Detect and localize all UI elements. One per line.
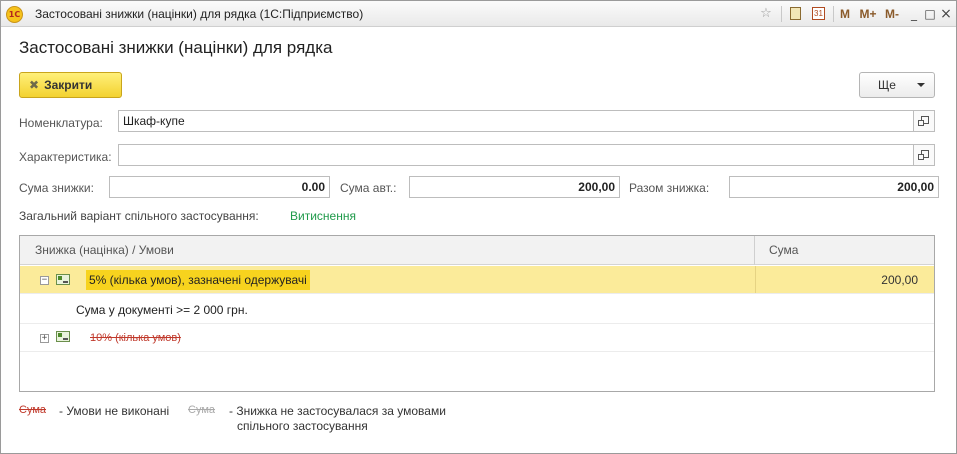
- chevron-down-icon: [917, 83, 925, 87]
- close-window-button[interactable]: ×: [938, 4, 954, 24]
- nomenclature-label: Номенклатура:: [19, 116, 103, 130]
- toolbar-separator: [781, 6, 782, 22]
- maximize-button[interactable]: □: [922, 4, 938, 24]
- nomenclature-field[interactable]: Шкаф-купе: [118, 110, 914, 132]
- row-discount-name: 5% (кілька умов), зазначені одержувачі: [86, 270, 310, 290]
- joint-variant-value: Витиснення: [290, 209, 356, 223]
- more-button[interactable]: Ще: [859, 72, 935, 98]
- close-button[interactable]: ✖ Закрити: [19, 72, 122, 98]
- auto-sum-label: Сума авт.:: [340, 181, 397, 195]
- app-logo-icon: 1С: [6, 6, 23, 23]
- row-condition-text: Сума у документі >= 2 000 грн.: [76, 303, 248, 317]
- more-button-label: Ще: [878, 78, 896, 92]
- toolbar-separator: [833, 6, 834, 22]
- characteristic-open-button[interactable]: [913, 144, 935, 166]
- favorite-star-icon[interactable]: ☆: [757, 4, 775, 24]
- expand-toggle-icon[interactable]: +: [40, 334, 49, 343]
- discount-icon: [56, 274, 70, 285]
- title-bar: 1С Застосовані знижки (націнки) для рядк…: [1, 1, 956, 27]
- close-button-label: Закрити: [44, 78, 93, 92]
- calendar-icon[interactable]: 31: [809, 4, 829, 24]
- page-title: Застосовані знижки (націнки) для рядка: [19, 38, 333, 57]
- legend-gray-text-line2: спільного застосування: [237, 419, 368, 433]
- table-row[interactable]: − 5% (кілька умов), зазначені одержувачі…: [20, 266, 934, 294]
- discount-sum-field[interactable]: 0.00: [109, 176, 330, 198]
- legend-gray-text-line1: - Знижка не застосувалася за умовами: [229, 404, 446, 418]
- total-discount-field: 200,00: [729, 176, 939, 198]
- calendar-day: 31: [812, 7, 825, 20]
- table-header: Знижка (націнка) / Умови Сума: [20, 236, 934, 265]
- joint-variant-label: Загальний варіант спільного застосування…: [19, 209, 259, 223]
- window-title: Застосовані знижки (націнки) для рядка (…: [35, 7, 364, 21]
- minimize-button[interactable]: _: [906, 4, 922, 24]
- memory-plus-button[interactable]: M+: [857, 4, 879, 24]
- calculator-icon[interactable]: [787, 4, 805, 24]
- characteristic-field[interactable]: [118, 144, 914, 166]
- row-sum: [755, 324, 934, 351]
- legend-red-sample: Сума: [19, 404, 47, 416]
- characteristic-label: Характеристика:: [19, 150, 112, 164]
- memory-m-button[interactable]: M: [837, 4, 853, 24]
- collapse-toggle-icon[interactable]: −: [40, 276, 49, 285]
- column-header-discount[interactable]: Знижка (націнка) / Умови: [35, 236, 174, 265]
- row-sum: 200,00: [755, 266, 934, 293]
- dialog-window: 1С Застосовані знижки (націнки) для рядк…: [0, 0, 957, 454]
- table-row[interactable]: Сума у документі >= 2 000 грн.: [20, 294, 934, 324]
- table-row[interactable]: + 10% (кілька умов): [20, 324, 934, 352]
- close-icon: ✖: [29, 78, 40, 92]
- discounts-table[interactable]: Знижка (націнка) / Умови Сума − 5% (кіль…: [19, 235, 935, 392]
- legend-gray-sample: Сума: [188, 404, 216, 416]
- total-discount-label: Разом знижка:: [629, 181, 710, 195]
- legend-red-text: - Умови не виконані: [59, 404, 170, 418]
- memory-minus-button[interactable]: M-: [881, 4, 903, 24]
- nomenclature-open-button[interactable]: [913, 110, 935, 132]
- auto-sum-field: 200,00: [409, 176, 620, 198]
- row-discount-name: 10% (кілька умов): [90, 332, 181, 344]
- discount-sum-label: Сума знижки:: [19, 181, 94, 195]
- row-sum: [755, 294, 934, 323]
- discount-icon: [56, 331, 70, 342]
- column-header-sum[interactable]: Сума: [769, 236, 798, 265]
